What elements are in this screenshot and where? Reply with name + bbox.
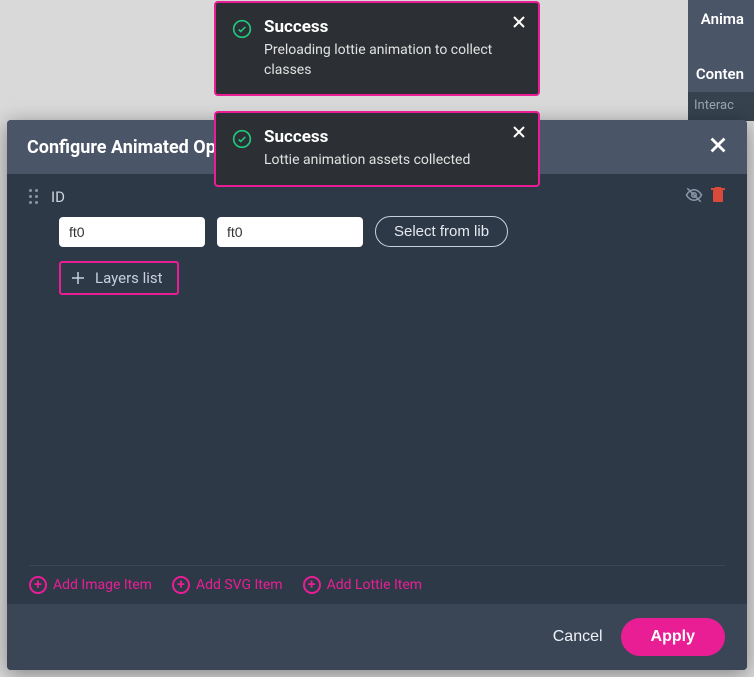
add-svg-item-button[interactable]: + Add SVG Item: [172, 576, 283, 594]
add-svg-label: Add SVG Item: [196, 577, 283, 593]
id-label: ID: [51, 188, 65, 206]
sidebar-label-interaction: Interac: [688, 92, 754, 121]
close-icon[interactable]: [512, 13, 526, 34]
toast-success-collected: Success Lottie animation assets collecte…: [214, 111, 540, 187]
add-lottie-item-button[interactable]: + Add Lottie Item: [303, 576, 422, 594]
plus-icon: [71, 271, 85, 285]
plus-circle-icon: +: [172, 576, 190, 594]
toast-success-preload: Success Preloading lottie animation to c…: [214, 1, 540, 96]
toast-title: Success: [264, 17, 522, 37]
sidebar-label-content: Conten: [696, 65, 744, 83]
toast-content: Success Lottie animation assets collecte…: [264, 127, 522, 171]
plus-circle-icon: +: [29, 576, 47, 594]
plus-circle-icon: +: [303, 576, 321, 594]
layers-list-button[interactable]: Layers list: [59, 261, 179, 295]
configure-modal: Configure Animated Op ID: [7, 120, 747, 670]
right-sidebar-panel: Anima Conten: [688, 0, 754, 92]
close-icon[interactable]: [709, 136, 727, 158]
id-input-1[interactable]: [59, 217, 205, 247]
modal-footer: Cancel Apply: [7, 604, 747, 670]
close-icon[interactable]: [512, 123, 526, 144]
toast-content: Success Preloading lottie animation to c…: [264, 17, 522, 80]
bottom-actions: + Add Image Item + Add SVG Item + Add Lo…: [29, 565, 725, 604]
check-circle-icon: [232, 129, 252, 149]
field-row: ID: [29, 186, 725, 208]
cancel-button[interactable]: Cancel: [553, 628, 603, 646]
toast-message: Lottie animation assets collected: [264, 151, 522, 171]
id-input-2[interactable]: [217, 217, 363, 247]
select-from-lib-button[interactable]: Select from lib: [375, 216, 508, 247]
add-image-label: Add Image Item: [53, 577, 152, 593]
eye-off-icon[interactable]: [685, 186, 703, 208]
modal-body: ID: [7, 174, 747, 565]
check-circle-icon: [232, 19, 252, 39]
drag-handle-icon[interactable]: [29, 189, 39, 205]
sidebar-label-animation: Anima: [701, 10, 744, 28]
modal-title: Configure Animated Op: [27, 137, 216, 158]
apply-button[interactable]: Apply: [621, 618, 725, 656]
trash-icon[interactable]: [711, 187, 725, 207]
add-image-item-button[interactable]: + Add Image Item: [29, 576, 152, 594]
layers-list-label: Layers list: [95, 269, 163, 287]
inputs-row: Select from lib: [59, 216, 725, 247]
toast-title: Success: [264, 127, 522, 147]
toast-message: Preloading lottie animation to collect c…: [264, 41, 522, 80]
add-lottie-label: Add Lottie Item: [327, 577, 422, 593]
